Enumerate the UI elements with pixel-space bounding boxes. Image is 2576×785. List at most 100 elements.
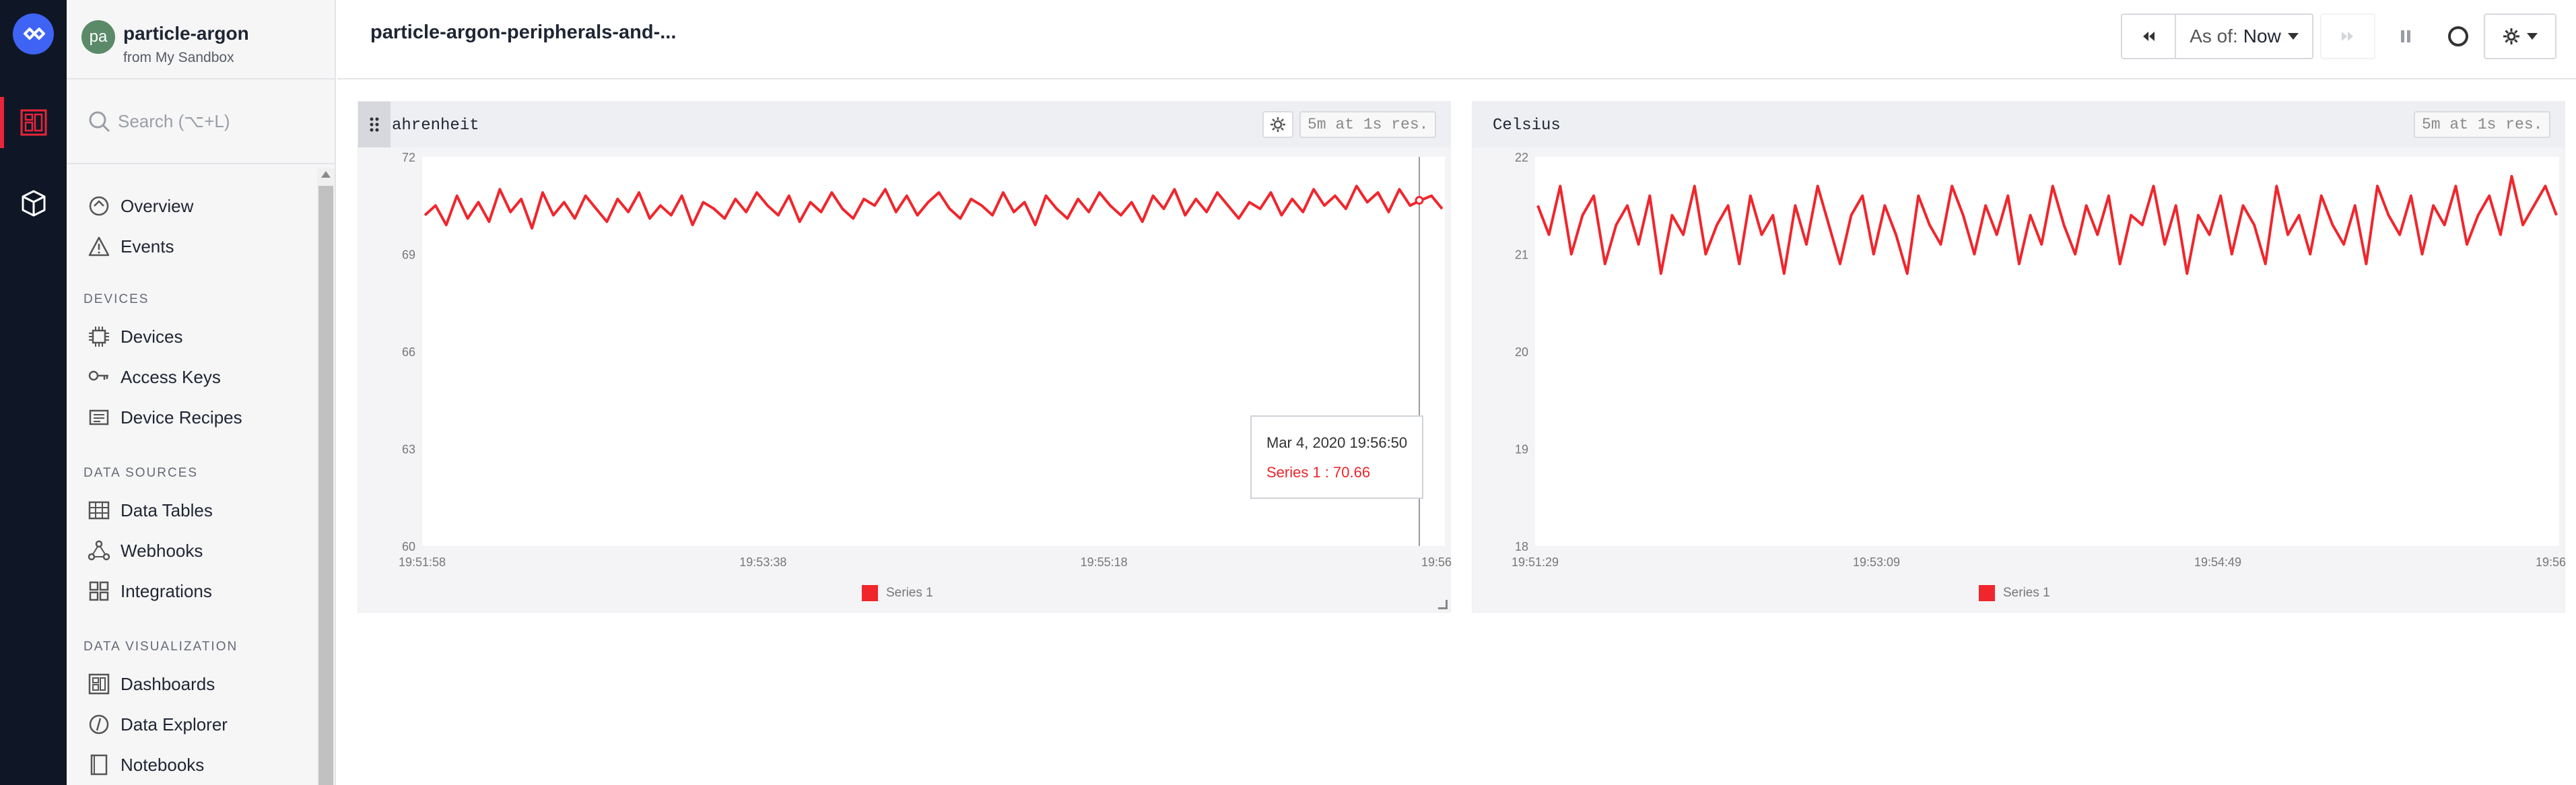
x-tick-label: 19:51:58	[399, 555, 446, 569]
sidebar-item-label: Devices	[121, 326, 183, 347]
app-name: particle-argon	[123, 23, 249, 44]
dashboard-icon[interactable]	[19, 108, 48, 137]
panel-header: Celsius 5m at 1s res.	[1472, 102, 2565, 147]
gear-icon	[1270, 117, 1285, 132]
y-tick-label: 72	[402, 151, 415, 164]
chart-legend[interactable]: Series 1	[862, 585, 933, 601]
sidebar-item-label: Events	[121, 236, 174, 257]
line-chart[interactable]: 60 63 66 69 72 19:51:58 19:53:38 19:55:18 19:56:…	[358, 147, 1452, 578]
chart-tooltip: Mar 4, 2020 19:56:50 Series 1 : 70.66	[1250, 415, 1423, 499]
legend-label: Series 1	[886, 586, 933, 600]
x-tick-label: 19:56:58	[1421, 555, 1452, 569]
y-tick-label: 60	[402, 540, 415, 553]
y-tick-label: 63	[402, 443, 415, 456]
sidebar-item-events[interactable]: Events	[87, 230, 174, 263]
drag-handle-icon[interactable]	[358, 102, 391, 147]
app-subtitle: from My Sandbox	[123, 50, 234, 65]
panel-settings-button[interactable]	[1262, 111, 1293, 138]
sidebar-item-label: Notebooks	[121, 754, 205, 775]
explorer-icon	[87, 712, 111, 737]
x-tick-label: 19:56:29	[2536, 555, 2566, 569]
y-tick-label: 21	[1515, 248, 1528, 262]
tooltip-date: Mar 4, 2020 19:56:50	[1266, 434, 1408, 451]
icon-rail	[0, 0, 67, 785]
as-of-label: As of:	[2190, 26, 2238, 46]
notebook-icon	[87, 753, 111, 777]
legend-swatch	[1979, 585, 1995, 601]
refresh-indicator	[2438, 13, 2478, 59]
resize-handle-icon[interactable]	[1438, 600, 1448, 609]
sidebar-item-label: Data Explorer	[121, 714, 228, 735]
dashboard-icon	[87, 672, 111, 696]
x-tick-label: 19:55:18	[1081, 555, 1128, 569]
sidebar-item-webhooks[interactable]: Webhooks	[87, 535, 203, 567]
sidebar-item-label: Overview	[121, 195, 194, 216]
chart-panel-celsius: Celsius 5m at 1s res. 18 19 20 21 22 19:51:29…	[1472, 101, 2566, 613]
section-data-sources: DATA SOURCES	[83, 466, 199, 480]
events-icon	[87, 234, 111, 259]
scroll-up-arrow-icon[interactable]	[321, 171, 331, 178]
x-tick-label: 19:53:38	[739, 555, 786, 569]
panel-title: ahrenheit	[392, 116, 479, 135]
legend-label: Series 1	[2003, 586, 2050, 600]
fast-forward-icon	[2342, 32, 2353, 41]
pause-button[interactable]	[2385, 13, 2426, 59]
logo-icon[interactable]	[13, 13, 54, 55]
overview-icon	[87, 194, 111, 218]
search-input[interactable]	[118, 106, 313, 136]
sidebar-item-devices[interactable]: Devices	[87, 320, 182, 353]
y-tick-label: 18	[1515, 540, 1528, 553]
hover-point	[1415, 196, 1424, 205]
resolution-label[interactable]: 5m at 1s res.	[2414, 111, 2551, 138]
loading-spinner-icon	[2448, 26, 2468, 46]
sidebar-item-data-explorer[interactable]: Data Explorer	[87, 708, 228, 741]
sidebar-scrollbar[interactable]	[317, 168, 335, 785]
pause-icon	[2401, 30, 2410, 42]
cube-icon[interactable]	[19, 189, 48, 218]
section-data-visualization: DATA VISUALIZATION	[83, 640, 238, 654]
top-bar: particle-argon-peripherals-and-... As of…	[337, 0, 2576, 79]
chart-legend[interactable]: Series 1	[1979, 585, 2050, 601]
resolution-label[interactable]: 5m at 1s res.	[1299, 111, 1437, 138]
fast-forward-button[interactable]	[2320, 13, 2375, 59]
dashboard-title[interactable]: particle-argon-peripherals-and-...	[370, 22, 676, 44]
sidebar-item-device-recipes[interactable]: Device Recipes	[87, 401, 242, 434]
sidebar-item-label: Device Recipes	[121, 407, 242, 428]
sidebar-item-label: Integrations	[121, 580, 212, 601]
panel-title: Celsius	[1493, 116, 1561, 135]
sidebar-item-access-keys[interactable]: Access Keys	[87, 361, 221, 393]
sidebar-item-label: Access Keys	[121, 366, 221, 387]
tooltip-series-value: Series 1 : 70.66	[1266, 464, 1371, 481]
sidebar-item-integrations[interactable]: Integrations	[87, 575, 212, 607]
legend-swatch	[862, 585, 878, 601]
section-devices: DEVICES	[83, 292, 149, 306]
sidebar-item-notebooks[interactable]: Notebooks	[87, 749, 204, 781]
avatar: pa	[81, 20, 115, 54]
rewind-icon	[2143, 32, 2155, 41]
y-tick-label: 20	[1515, 345, 1528, 359]
settings-dropdown[interactable]	[2484, 13, 2556, 59]
search-row	[67, 81, 336, 164]
gear-icon	[2503, 28, 2519, 44]
x-tick-label: 19:54:49	[2194, 555, 2241, 569]
webhook-icon	[87, 539, 111, 563]
rewind-button[interactable]	[2121, 13, 2176, 59]
y-tick-label: 69	[402, 248, 415, 262]
search-icon	[87, 109, 112, 135]
as-of-value: Now	[2243, 26, 2281, 46]
y-tick-label: 19	[1515, 443, 1528, 456]
sidebar: pa particle-argon from My Sandbox Overvi…	[67, 0, 336, 785]
panel-header: ahrenheit 5m at 1s res.	[358, 102, 1450, 147]
sidebar-item-label: Webhooks	[121, 540, 203, 561]
chevron-down-icon	[2287, 33, 2299, 40]
integrations-icon	[87, 579, 111, 603]
chart-panel-fahrenheit: ahrenheit 5m at 1s res. 60 63 66 69 72 19:51:…	[358, 101, 1452, 613]
as-of-dropdown[interactable]: As of: Now	[2175, 13, 2313, 59]
sidebar-item-data-tables[interactable]: Data Tables	[87, 494, 213, 526]
line-chart[interactable]: 18 19 20 21 22 19:51:29 19:53:09 19:54:49 19:56:…	[1472, 147, 2566, 578]
key-icon	[87, 365, 111, 389]
app-header[interactable]: pa particle-argon from My Sandbox	[67, 0, 336, 79]
scrollbar-thumb[interactable]	[318, 186, 333, 785]
sidebar-item-dashboards[interactable]: Dashboards	[87, 668, 215, 700]
sidebar-item-overview[interactable]: Overview	[87, 190, 193, 222]
